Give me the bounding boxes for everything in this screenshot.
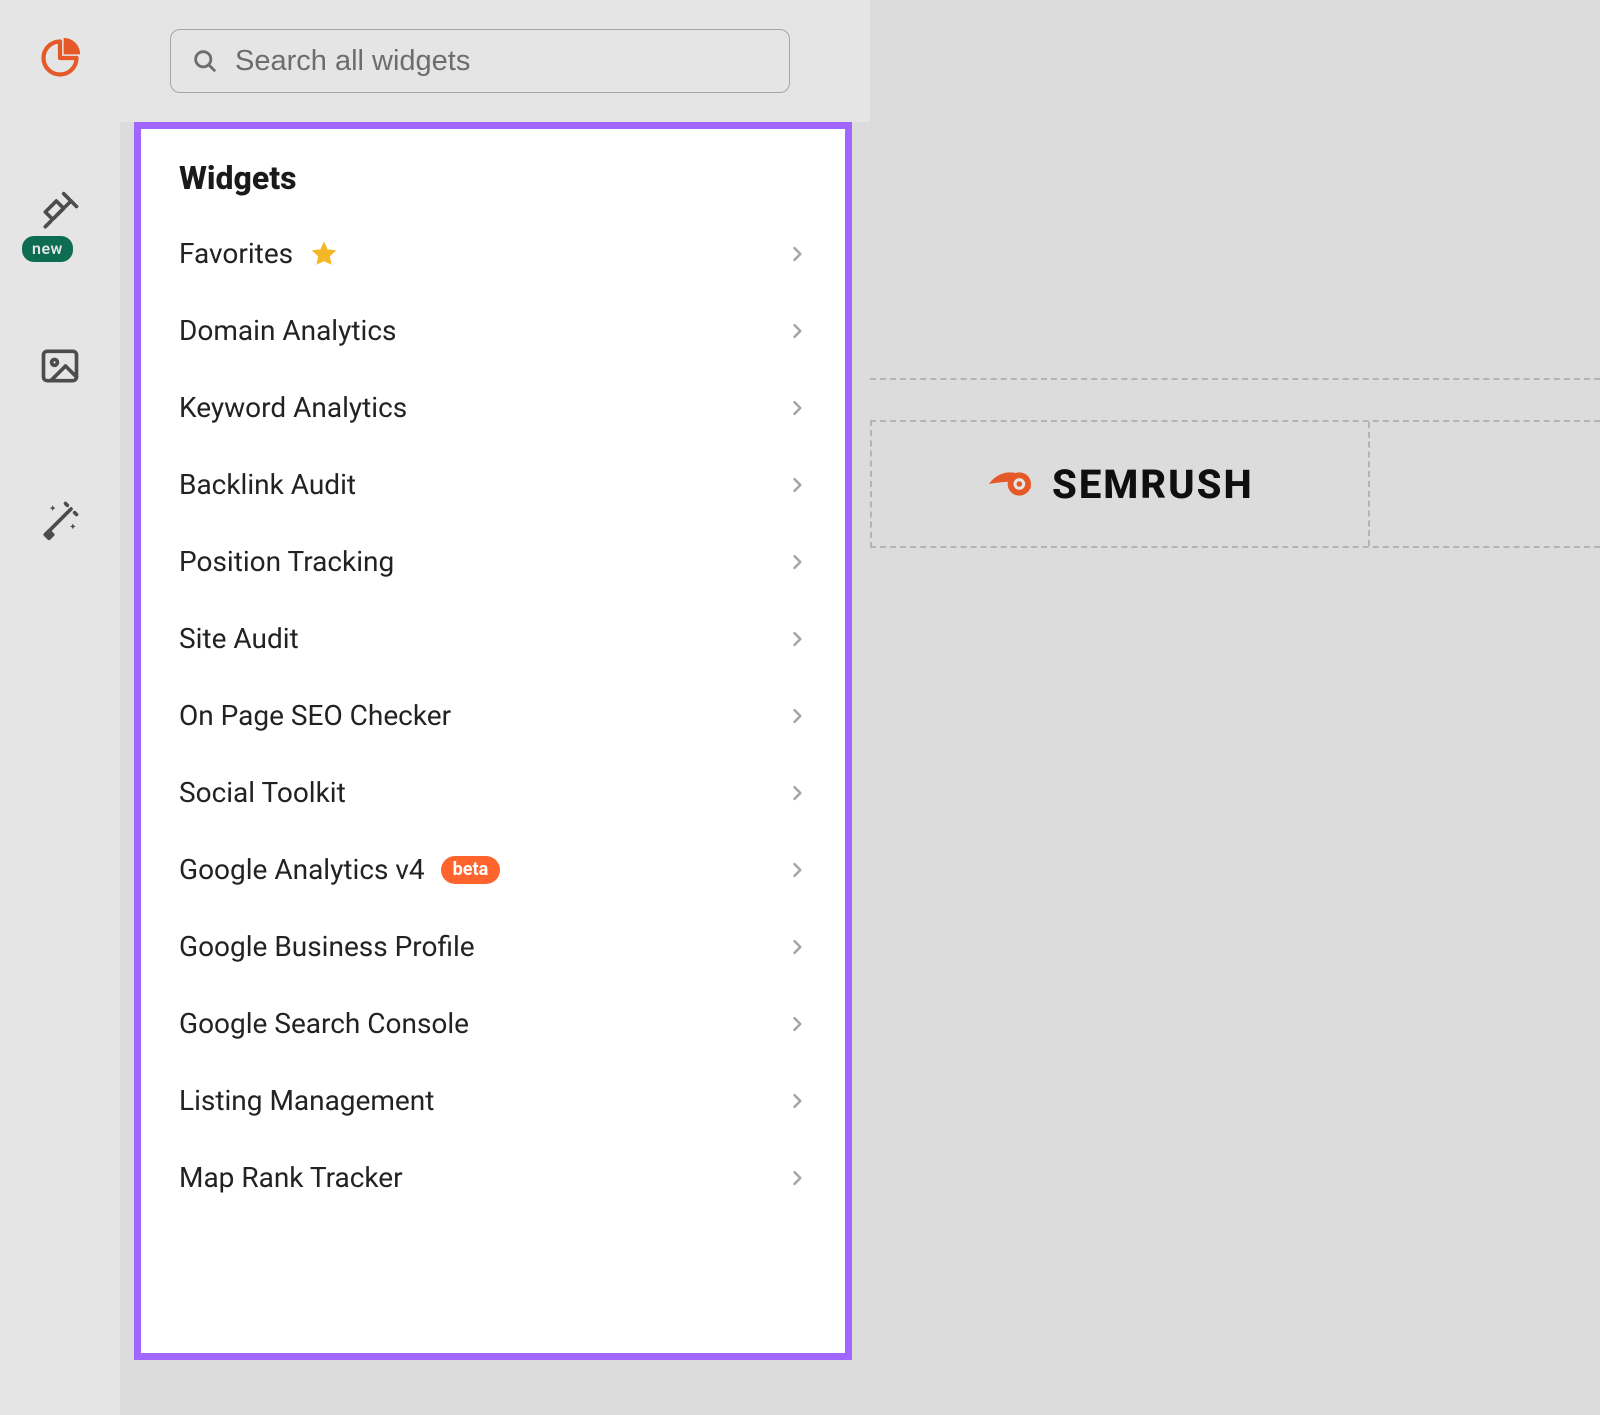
search-icon	[191, 47, 219, 75]
chevron-right-icon	[787, 860, 807, 880]
widget-item[interactable]: Domain Analytics	[141, 292, 845, 369]
search-input[interactable]	[235, 45, 769, 78]
widget-item[interactable]: Favorites	[141, 215, 845, 292]
widget-item-left: Listing Management	[179, 1084, 434, 1117]
widgets-panel: Widgets Favorites Domain Analytics Keyword…	[134, 122, 852, 1360]
drop-area-brand[interactable]: SEMRUSH	[870, 420, 1600, 548]
widget-item-label: Google Search Console	[179, 1007, 469, 1040]
image-icon	[38, 344, 82, 388]
widget-item-label: Position Tracking	[179, 545, 394, 578]
chevron-right-icon	[787, 398, 807, 418]
widget-item-left: Domain Analytics	[179, 314, 396, 347]
rail-plug-button[interactable]: new	[28, 180, 92, 244]
widget-item[interactable]: Google Analytics v4 beta	[141, 831, 845, 908]
chevron-right-icon	[787, 475, 807, 495]
widget-item-left: Keyword Analytics	[179, 391, 407, 424]
rail-chart-button[interactable]	[28, 26, 92, 90]
chevron-right-icon	[787, 1014, 807, 1034]
widget-item[interactable]: Google Business Profile	[141, 908, 845, 985]
widget-item-label: Listing Management	[179, 1084, 434, 1117]
plug-icon	[38, 190, 82, 234]
chevron-right-icon	[787, 783, 807, 803]
rail-image-button[interactable]	[28, 334, 92, 398]
widget-item-label: Map Rank Tracker	[179, 1161, 403, 1194]
widget-item-label: Google Business Profile	[179, 930, 475, 963]
widget-item-left: Backlink Audit	[179, 468, 356, 501]
chevron-right-icon	[787, 244, 807, 264]
canvas: SEMRUSH	[870, 0, 1600, 1415]
widget-item-left: Google Analytics v4 beta	[179, 853, 500, 886]
magic-wand-icon	[38, 498, 82, 542]
widget-item-label: Domain Analytics	[179, 314, 396, 347]
widget-item-label: Keyword Analytics	[179, 391, 407, 424]
chevron-right-icon	[787, 629, 807, 649]
pie-chart-icon	[38, 36, 82, 80]
widget-item-label: Social Toolkit	[179, 776, 346, 809]
chevron-right-icon	[787, 937, 807, 957]
new-badge: new	[22, 236, 73, 262]
widget-item[interactable]: Site Audit	[141, 600, 845, 677]
beta-badge: beta	[441, 856, 501, 884]
widget-item-left: Google Search Console	[179, 1007, 469, 1040]
widget-item-label: Favorites	[179, 237, 293, 270]
left-rail: new	[0, 0, 120, 1415]
brand-logo: SEMRUSH	[982, 456, 1254, 512]
widget-item-label: On Page SEO Checker	[179, 699, 451, 732]
search-field[interactable]	[170, 29, 790, 93]
brand-name: SEMRUSH	[1052, 461, 1254, 508]
widget-item[interactable]: Keyword Analytics	[141, 369, 845, 446]
star-icon	[309, 239, 339, 269]
chevron-right-icon	[787, 321, 807, 341]
widget-item[interactable]: On Page SEO Checker	[141, 677, 845, 754]
widget-item[interactable]: Map Rank Tracker	[141, 1139, 845, 1216]
widget-item-left: Favorites	[179, 237, 339, 270]
widget-item[interactable]: Backlink Audit	[141, 446, 845, 523]
widget-item[interactable]: Social Toolkit	[141, 754, 845, 831]
widget-item[interactable]: Listing Management	[141, 1062, 845, 1139]
semrush-fire-icon	[982, 456, 1038, 512]
chevron-right-icon	[787, 1168, 807, 1188]
widget-item[interactable]: Google Search Console	[141, 985, 845, 1062]
drop-area-top[interactable]	[870, 0, 1600, 380]
widget-item-left: Google Business Profile	[179, 930, 475, 963]
widget-list: Favorites Domain Analytics Keyword Analyti…	[141, 215, 845, 1216]
widget-item-left: On Page SEO Checker	[179, 699, 451, 732]
widget-item-left: Site Audit	[179, 622, 299, 655]
widget-item-left: Position Tracking	[179, 545, 394, 578]
widget-item-label: Google Analytics v4	[179, 853, 425, 886]
widget-item-label: Site Audit	[179, 622, 299, 655]
chevron-right-icon	[787, 706, 807, 726]
chevron-right-icon	[787, 552, 807, 572]
widget-item-label: Backlink Audit	[179, 468, 356, 501]
widget-item[interactable]: Position Tracking	[141, 523, 845, 600]
panel-title: Widgets	[141, 159, 845, 215]
chevron-right-icon	[787, 1091, 807, 1111]
drop-area-divider	[1368, 422, 1370, 546]
rail-wand-button[interactable]	[28, 488, 92, 552]
widget-item-left: Map Rank Tracker	[179, 1161, 403, 1194]
widget-item-left: Social Toolkit	[179, 776, 346, 809]
